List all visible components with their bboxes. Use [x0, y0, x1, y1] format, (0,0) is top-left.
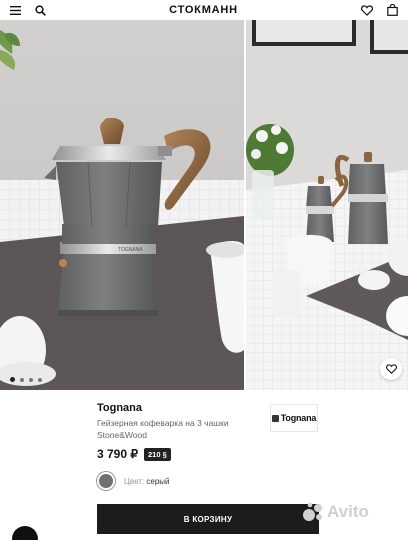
header: СТОКМАНН — [0, 0, 408, 20]
heart-icon — [385, 364, 397, 374]
product-price: 3 790 ₽ — [97, 447, 138, 461]
watermark-text: Avito — [327, 502, 369, 521]
price-row: 3 790 ₽ 210 § — [97, 447, 171, 461]
svg-text:TOGNANA: TOGNANA — [118, 247, 143, 253]
product-title: Гейзерная кофеварка на 3 чашки Stone&Woo… — [97, 418, 229, 440]
gallery-dot[interactable] — [20, 377, 24, 382]
product-info: Tognana Гейзерная кофеварка на 3 чашки S… — [0, 390, 408, 540]
avito-logo-icon — [303, 502, 322, 521]
shopping-bag-icon[interactable] — [387, 4, 398, 16]
brand-mark-icon — [271, 414, 279, 422]
gallery-dot[interactable] — [29, 377, 33, 382]
bonus-value: 210 — [148, 449, 161, 459]
brand-logo[interactable]: Tognana — [270, 404, 318, 432]
header-left — [10, 4, 46, 16]
store-logo[interactable]: СТОКМАНН — [169, 4, 238, 16]
heart-icon[interactable] — [361, 4, 373, 16]
chat-button[interactable] — [12, 526, 38, 540]
favorite-button[interactable] — [380, 358, 402, 380]
product-photo-secondary[interactable] — [246, 20, 408, 390]
gallery-dots — [10, 377, 42, 382]
avito-watermark: Avito — [302, 502, 369, 522]
search-icon[interactable] — [35, 4, 46, 16]
brand-logo-text: Tognana — [280, 413, 317, 423]
color-swatch[interactable] — [97, 472, 115, 490]
color-label: Цвет: — [124, 477, 145, 486]
gallery-dot-active[interactable] — [10, 377, 15, 382]
menu-icon[interactable] — [10, 5, 21, 15]
header-right — [361, 4, 398, 16]
add-to-cart-button[interactable]: В КОРЗИНУ — [97, 504, 319, 534]
product-brand[interactable]: Tognana — [97, 402, 142, 414]
gallery-dot[interactable] — [38, 377, 42, 382]
product-gallery[interactable]: TOGNANA — [0, 20, 408, 390]
bonus-badge: 210 § — [144, 447, 171, 461]
product-photo-main[interactable]: TOGNANA — [0, 20, 244, 390]
color-row: Цвет: серый — [124, 477, 170, 486]
color-value: серый — [146, 477, 170, 486]
